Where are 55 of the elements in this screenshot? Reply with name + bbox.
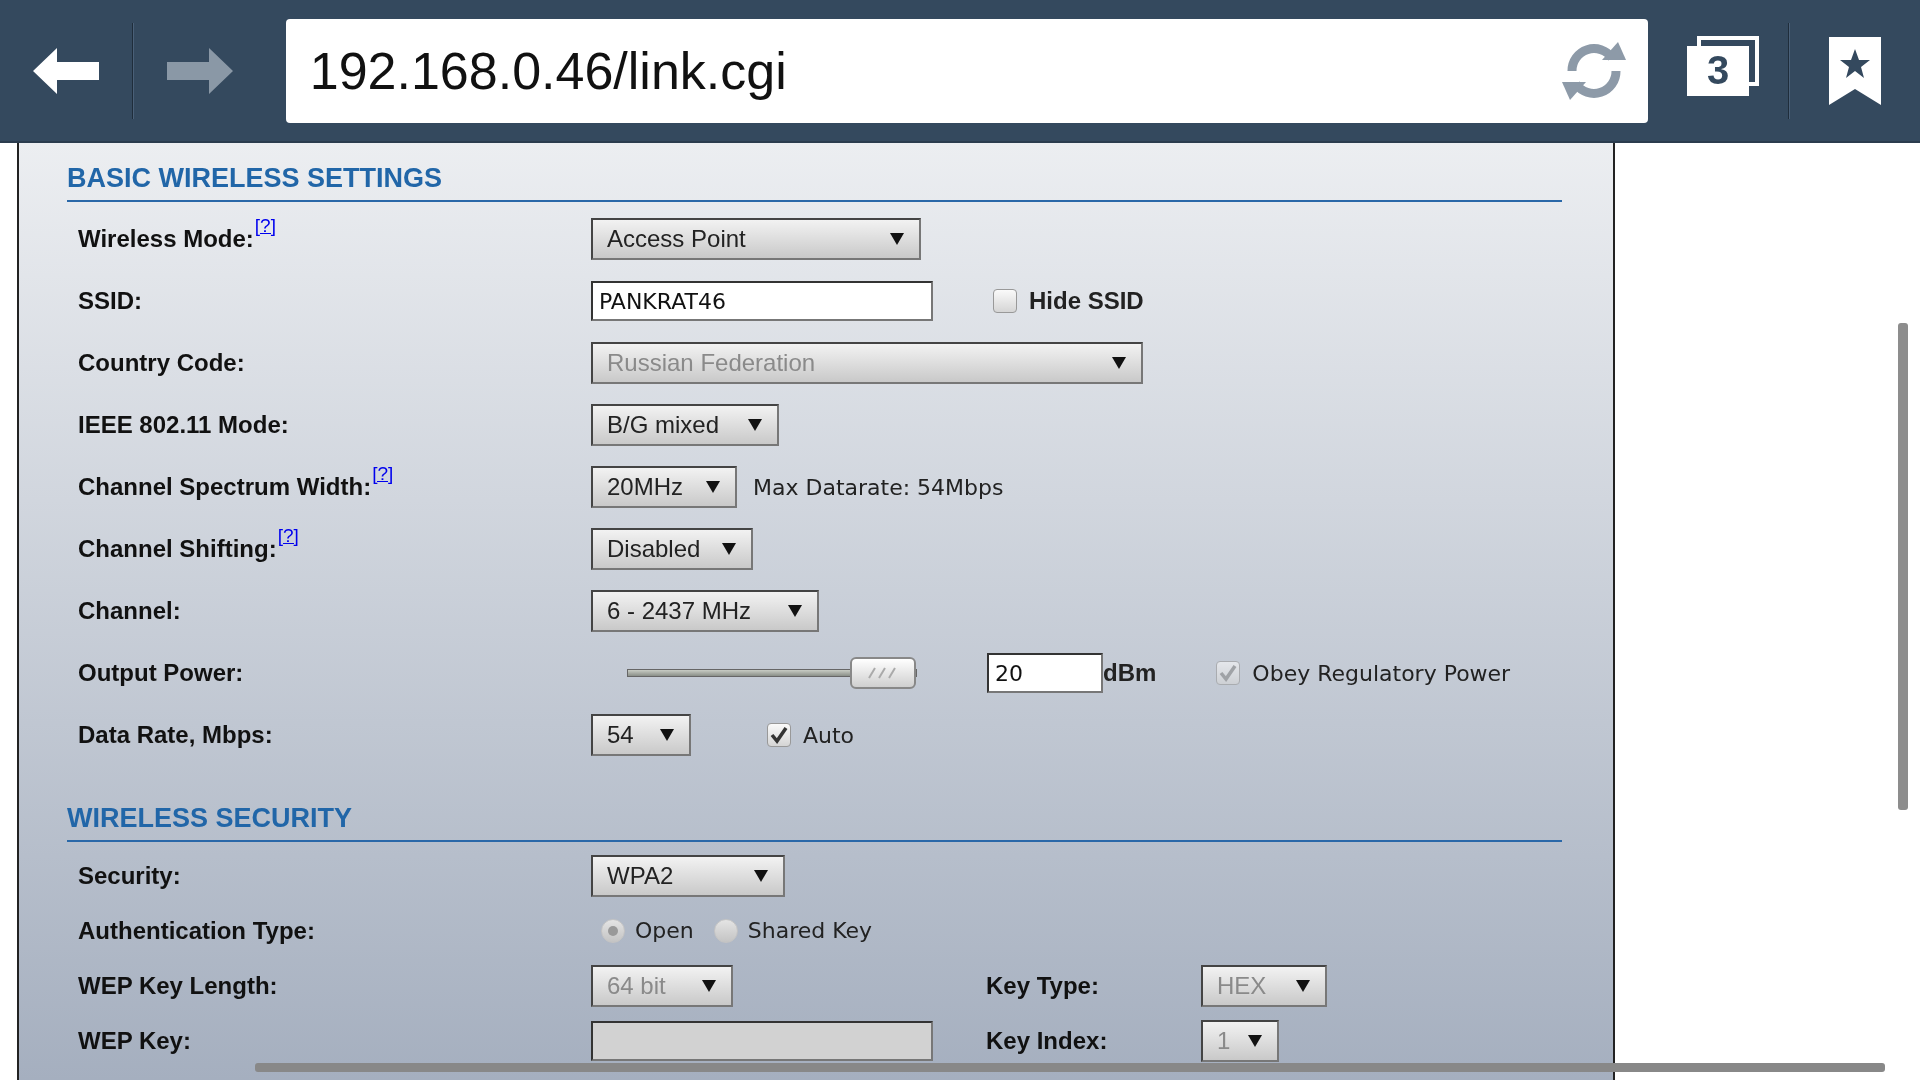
caret-icon	[787, 604, 803, 618]
datarate-note: Max Datarate: 54Mbps	[753, 474, 1004, 500]
caret-icon	[753, 868, 769, 883]
checkbox[interactable]: Auto	[767, 722, 855, 748]
dropdown[interactable]: WPA2	[591, 854, 785, 897]
unit-label: dBm	[1103, 659, 1157, 687]
field-label: Security:	[77, 861, 181, 890]
dropdown[interactable]: 54	[591, 714, 691, 756]
field-label: WEP Key:	[77, 1026, 191, 1055]
dropdown[interactable]: Access Point	[591, 218, 921, 260]
caret-icon	[701, 978, 717, 993]
field-label: Channel:	[77, 597, 181, 625]
forward-arrow-icon	[166, 47, 233, 94]
field-label: SSID:	[77, 287, 142, 315]
caret-icon	[889, 232, 905, 246]
field-label: Wireless Mode:	[77, 225, 254, 253]
field-label: Data Rate, Mbps:	[77, 721, 273, 749]
checkbox[interactable]: Hide SSID	[993, 287, 1144, 315]
help-link[interactable]: [?]	[254, 215, 276, 237]
input-field[interactable]: 20	[987, 653, 1103, 693]
field-label: Output Power:	[77, 659, 244, 687]
help-link[interactable]: [?]	[277, 525, 299, 547]
caret-icon	[721, 542, 737, 556]
dropdown[interactable]: 20MHz	[591, 466, 737, 508]
field-label: WEP Key Length:	[77, 971, 278, 1000]
field-label: Authentication Type:	[77, 916, 315, 945]
checkmark-icon	[770, 726, 788, 744]
section-heading: WIRELESS SECURITY	[67, 803, 1562, 842]
back-arrow-icon	[32, 47, 99, 94]
bookmark-star-icon	[1829, 36, 1882, 105]
field-label: Channel Spectrum Width:	[77, 473, 372, 501]
input-field[interactable]: PANKRAT46	[591, 281, 933, 321]
horizontal-scrollbar[interactable]	[255, 1063, 1885, 1072]
help-link[interactable]: [?]	[372, 463, 394, 485]
field-label: Country Code:	[77, 349, 245, 377]
slider-thumb[interactable]	[850, 657, 916, 689]
caret-icon	[1295, 978, 1311, 993]
checkmark-icon	[1219, 664, 1238, 682]
dropdown[interactable]: Disabled	[591, 528, 753, 570]
field-label: Key Type:	[986, 971, 1100, 1000]
section-heading: BASIC WIRELESS SETTINGS	[67, 163, 1562, 202]
vertical-scrollbar[interactable]	[1898, 323, 1908, 810]
dropdown[interactable]: 6 - 2437 MHz	[591, 590, 819, 632]
caret-icon	[659, 728, 675, 742]
field-label: Key Index:	[986, 1026, 1109, 1055]
caret-icon	[1247, 1033, 1263, 1048]
dropdown[interactable]: B/G mixed	[591, 404, 779, 446]
url-text: 192.168.0.46/link.cgi	[309, 40, 788, 101]
caret-icon	[1111, 356, 1127, 370]
caret-icon	[747, 418, 763, 432]
tabs-button[interactable]: 3	[1648, 0, 1789, 141]
field-label: Channel Shifting:	[77, 535, 277, 563]
field-label: IEEE 802.11 Mode:	[77, 411, 289, 439]
caret-icon	[705, 480, 721, 494]
address-bar[interactable]: 192.168.0.46/link.cgi	[285, 18, 1649, 123]
